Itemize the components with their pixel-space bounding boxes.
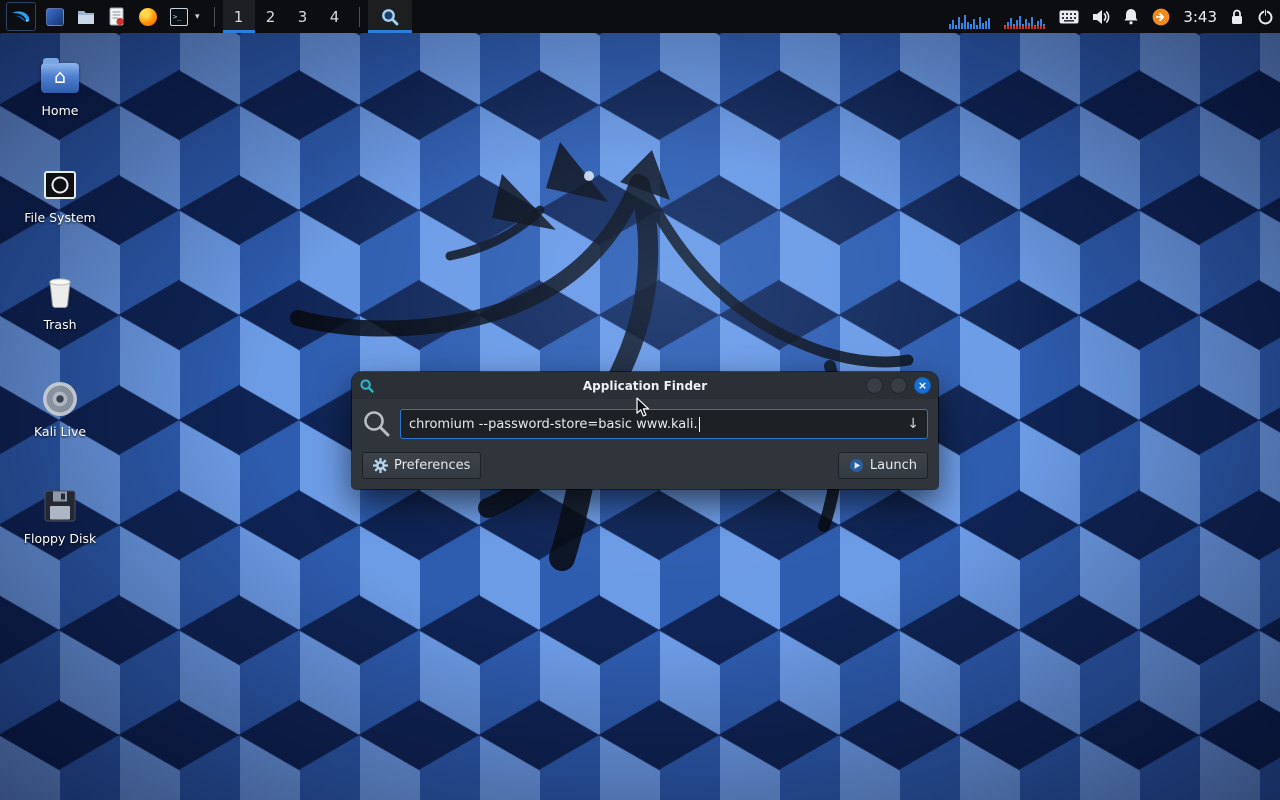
files-folder-icon: [77, 9, 95, 25]
power-icon[interactable]: [1257, 8, 1274, 25]
search-icon: [362, 409, 392, 439]
gear-icon: [373, 458, 388, 473]
updates-icon[interactable]: [1152, 8, 1170, 26]
application-finder-window: Application Finder × chromium --password…: [352, 372, 938, 489]
window-title: Application Finder: [352, 379, 938, 393]
workspace-2-label: 2: [266, 8, 276, 26]
launch-icon: [849, 458, 864, 473]
workspace-3[interactable]: 3: [287, 0, 319, 33]
maximize-button[interactable]: [890, 377, 907, 394]
desktop-icon-label: Home: [15, 103, 105, 118]
desktop-icon-trash[interactable]: Trash: [15, 270, 105, 332]
top-panel: >_ ▾ 1 2 3 4: [0, 0, 1280, 33]
volume-icon[interactable]: [1092, 9, 1110, 25]
launcher-text-editor[interactable]: [106, 4, 128, 30]
text-editor-icon: [109, 7, 125, 27]
launcher-files[interactable]: [75, 4, 97, 30]
application-finder-icon: [380, 7, 400, 27]
desktop-icon-home[interactable]: ⌂ Home: [15, 56, 105, 118]
workspace-2[interactable]: 2: [255, 0, 287, 33]
workspace-1[interactable]: 1: [223, 0, 255, 33]
preferences-button[interactable]: Preferences: [362, 452, 481, 479]
dialog-body: chromium --password-store=basic www.kali…: [352, 399, 938, 489]
cd-disc-icon: [43, 382, 77, 416]
panel-status-area: 3:43: [949, 5, 1274, 29]
desktop-icon-label: File System: [15, 210, 105, 225]
taskbar-application-finder-button[interactable]: [368, 0, 412, 33]
filesystem-drive-icon: [44, 171, 76, 199]
trash-icon: [43, 274, 77, 311]
desktop-icon-kali-live[interactable]: Kali Live: [15, 377, 105, 439]
firefox-icon: [139, 8, 157, 26]
history-dropdown-arrow-icon[interactable]: ↓: [907, 416, 919, 432]
launcher-file-manager[interactable]: [44, 4, 66, 30]
minimize-button[interactable]: [866, 377, 883, 394]
clock[interactable]: 3:43: [1183, 8, 1217, 26]
floppy-disk-icon: [44, 490, 76, 522]
window-icon: [359, 378, 375, 394]
launch-label: Launch: [870, 458, 917, 473]
workspace-4[interactable]: 4: [319, 0, 351, 33]
desktop-icon-label: Kali Live: [15, 424, 105, 439]
launcher-dropdown-chevron-icon[interactable]: ▾: [195, 12, 200, 22]
close-button[interactable]: ×: [914, 377, 931, 394]
panel-launchers: >_ ▾: [44, 4, 202, 30]
workspace-3-label: 3: [298, 8, 308, 26]
home-folder-icon: ⌂: [41, 63, 79, 93]
kali-desktop: >_ ▾ 1 2 3 4: [0, 0, 1280, 800]
panel-separator: [214, 7, 215, 27]
window-controls: ×: [866, 377, 931, 394]
workspace-1-label: 1: [234, 8, 244, 26]
panel-separator: [359, 7, 360, 27]
file-manager-icon: [46, 8, 64, 26]
titlebar[interactable]: Application Finder ×: [352, 372, 938, 399]
network-graph-icon[interactable]: [1004, 5, 1046, 29]
command-input[interactable]: chromium --password-store=basic www.kali…: [400, 409, 928, 439]
desktop-icon-label: Trash: [15, 317, 105, 332]
notifications-bell-icon[interactable]: [1123, 8, 1139, 25]
desktop-icon-floppy-disk[interactable]: Floppy Disk: [15, 484, 105, 546]
terminal-icon: >_: [170, 8, 188, 26]
launcher-terminal[interactable]: >_: [168, 4, 190, 30]
keyboard-layout-icon[interactable]: [1059, 10, 1079, 24]
workspace-4-label: 4: [330, 8, 340, 26]
screen-lock-icon[interactable]: [1230, 8, 1244, 25]
cpu-graph-icon[interactable]: [949, 5, 991, 29]
close-icon: ×: [918, 380, 927, 391]
text-caret: [699, 417, 700, 432]
preferences-label: Preferences: [394, 458, 470, 473]
desktop-icon-file-system[interactable]: File System: [15, 163, 105, 225]
command-input-value: chromium --password-store=basic www.kali…: [409, 417, 698, 432]
kali-logo-icon: [10, 6, 32, 28]
launch-button[interactable]: Launch: [838, 452, 928, 479]
launcher-firefox[interactable]: [137, 4, 159, 30]
applications-menu-button[interactable]: [6, 2, 36, 31]
desktop-icon-label: Floppy Disk: [15, 531, 105, 546]
